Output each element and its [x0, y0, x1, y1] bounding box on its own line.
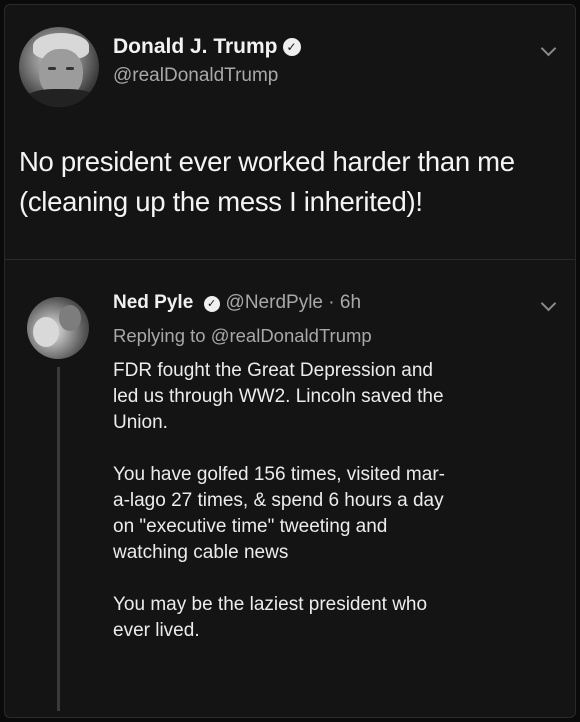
verified-badge-icon: ✓	[203, 296, 220, 312]
reply-author-handle[interactable]: @NerdPyle	[226, 292, 323, 313]
divider	[5, 259, 575, 260]
tweet-screenshot: Donald J. Trump ✓ @realDonaldTrump No pre…	[4, 4, 576, 718]
author-handle[interactable]: @realDonaldTrump	[113, 65, 278, 87]
avatar-eye	[48, 67, 56, 70]
avatar-eye	[66, 67, 74, 70]
chevron-down-icon[interactable]	[540, 40, 557, 57]
reply-paragraph: FDR fought the Great Depression and led …	[113, 360, 444, 433]
verified-badge-icon: ✓	[282, 38, 301, 56]
reply-timestamp[interactable]: · 6h	[328, 292, 361, 313]
avatar-figure	[33, 317, 59, 347]
author-name-row[interactable]: Donald J. Trump ✓	[113, 35, 301, 59]
replying-to-label[interactable]: Replying to @realDonaldTrump	[113, 325, 372, 347]
reply-paragraph: You have golfed 156 times, visited mar- …	[113, 464, 445, 563]
chevron-down-icon[interactable]	[540, 295, 557, 312]
author-avatar[interactable]	[19, 27, 99, 107]
reply-header: Ned Pyle ✓ @NerdPyle · 6h	[113, 292, 361, 314]
author-name[interactable]: Donald J. Trump	[113, 35, 278, 58]
reply-paragraph: You may be the laziest president who eve…	[113, 594, 428, 641]
avatar-suit	[23, 89, 99, 107]
reply-author-name[interactable]: Ned Pyle	[113, 292, 193, 313]
avatar-figure	[59, 305, 81, 331]
reply-text: FDR fought the Great Depression and led …	[113, 358, 553, 670]
reply-author-avatar[interactable]	[27, 297, 89, 359]
thread-line	[57, 367, 60, 711]
tweet-text: No president ever worked harder than me …	[19, 146, 515, 217]
